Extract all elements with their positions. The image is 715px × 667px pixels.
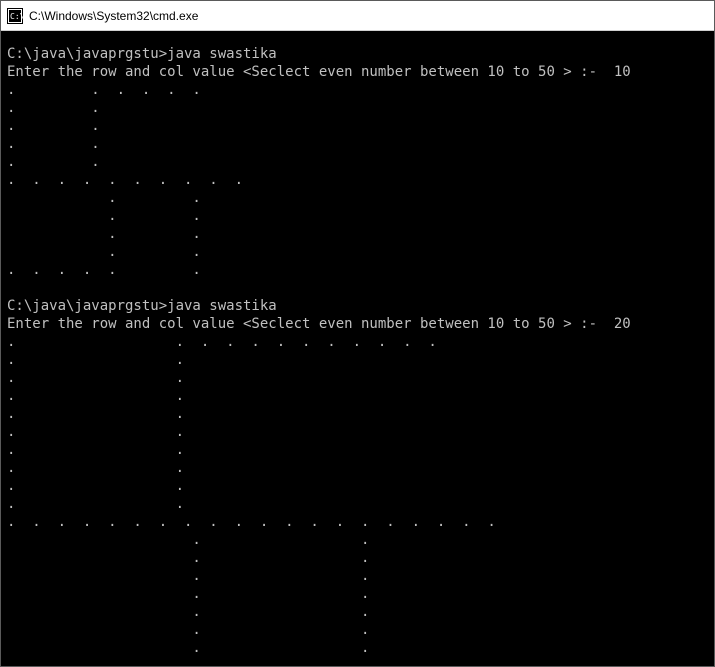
- console-line: . .: [7, 387, 708, 405]
- console-line: . .: [7, 351, 708, 369]
- console-line: . . . . . . . . . .: [7, 171, 708, 189]
- console-line: C:\java\javaprgstu>java swastika: [7, 45, 708, 63]
- console-line: . .: [7, 153, 708, 171]
- console-line: . . . . . .: [7, 81, 708, 99]
- console-line: [7, 279, 708, 297]
- console-line: . .: [7, 531, 708, 549]
- console-line: Enter the row and col value <Seclect eve…: [7, 63, 708, 81]
- console-line: . .: [7, 441, 708, 459]
- console-line: . .: [7, 657, 708, 666]
- console-line: . .: [7, 585, 708, 603]
- cmd-icon: C:\: [7, 8, 23, 24]
- console-line: . .: [7, 639, 708, 657]
- svg-text:C:\: C:\: [10, 12, 23, 21]
- titlebar-text: C:\Windows\System32\cmd.exe: [29, 9, 198, 23]
- console-line: . . . . . . . . . . . .: [7, 333, 708, 351]
- console-line: Enter the row and col value <Seclect eve…: [7, 315, 708, 333]
- console-line: C:\java\javaprgstu>java swastika: [7, 297, 708, 315]
- console-line: . .: [7, 549, 708, 567]
- console-line: . .: [7, 369, 708, 387]
- console-line: . .: [7, 459, 708, 477]
- console-output[interactable]: C:\java\javaprgstu>java swastikaEnter th…: [1, 31, 714, 666]
- console-line: . .: [7, 99, 708, 117]
- console-line: . .: [7, 207, 708, 225]
- console-line: . .: [7, 567, 708, 585]
- console-line: . .: [7, 117, 708, 135]
- console-line: . .: [7, 243, 708, 261]
- console-line: . . . . . .: [7, 261, 708, 279]
- console-line: . .: [7, 477, 708, 495]
- console-line: . .: [7, 405, 708, 423]
- console-line: . .: [7, 495, 708, 513]
- console-line: . .: [7, 621, 708, 639]
- cmd-window: C:\ C:\Windows\System32\cmd.exe C:\java\…: [0, 0, 715, 667]
- console-line: . .: [7, 423, 708, 441]
- titlebar[interactable]: C:\ C:\Windows\System32\cmd.exe: [1, 1, 714, 31]
- console-line: . . . . . . . . . . . . . . . . . . . .: [7, 513, 708, 531]
- console-line: . .: [7, 603, 708, 621]
- console-line: . .: [7, 225, 708, 243]
- console-line: . .: [7, 135, 708, 153]
- console-line: . .: [7, 189, 708, 207]
